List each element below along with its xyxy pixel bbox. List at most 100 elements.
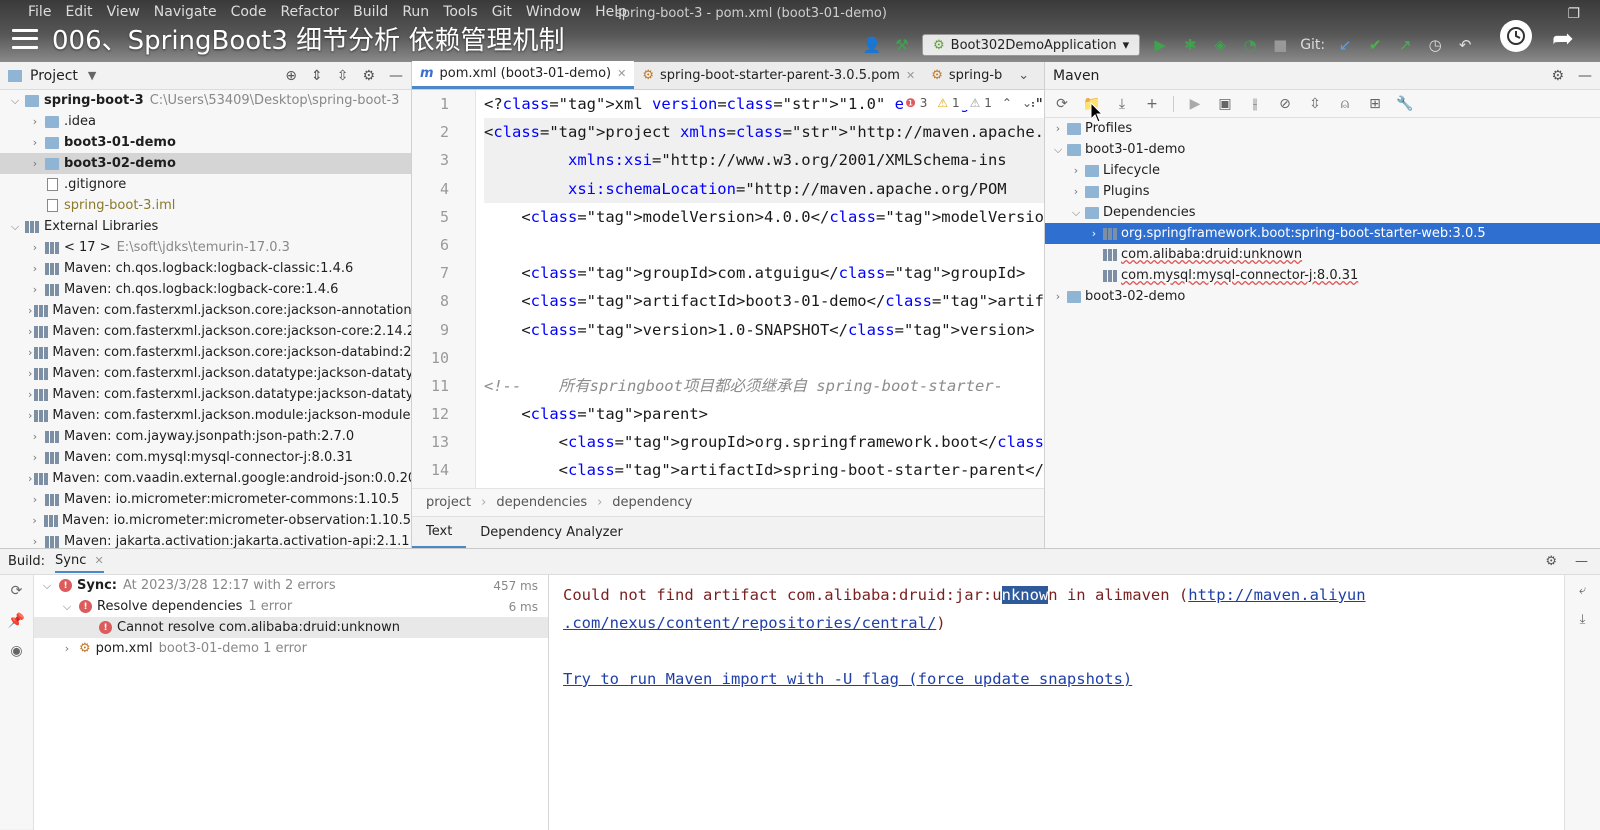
chevron-icon[interactable]: ⌵	[8, 220, 22, 234]
tree-item[interactable]: › Maven: io.micrometer:micrometer-commons…	[0, 489, 411, 510]
maven-tree-item[interactable]: com.mysql:mysql-connector-j:8.0.31	[1045, 265, 1600, 286]
view-tab[interactable]: Dependency Analyzer	[466, 517, 637, 549]
chevron-icon[interactable]: ›	[28, 241, 42, 254]
user-icon[interactable]: 👤	[862, 35, 882, 55]
chevron-icon[interactable]: ›	[60, 642, 74, 655]
tree-item[interactable]: › Maven: io.micrometer:micrometer-observa…	[0, 510, 411, 531]
hammer-icon[interactable]: ⚒	[892, 35, 912, 55]
run-config-select[interactable]: ⚙ Boot302DemoApplication ▾	[922, 34, 1141, 56]
maven-tree-item[interactable]: ⌵ Dependencies	[1045, 202, 1600, 223]
hide-icon[interactable]: —	[1578, 68, 1592, 84]
force-update-link[interactable]: Try to run Maven import with -U flag (fo…	[563, 670, 1132, 688]
tree-item[interactable]: › Maven: ch.qos.logback:logback-core:1.4.…	[0, 279, 411, 300]
tree-item[interactable]: › < 17 > E:\soft\jdks\temurin-17.0.3	[0, 237, 411, 258]
chevron-icon[interactable]: ›	[28, 283, 42, 296]
locate-icon[interactable]: ⊕	[285, 68, 297, 84]
maven-tree-item[interactable]: com.alibaba:druid:unknown	[1045, 244, 1600, 265]
repository-link-cont[interactable]: .com/nexus/content/repositories/central/	[563, 614, 936, 632]
chevron-icon[interactable]: ›	[28, 514, 41, 527]
code-editor[interactable]: 1 2 3 4 5 6 7 8 9 10 11 12 13 14 <?class="tag">xml ve…	[412, 90, 1044, 488]
chevron-icon[interactable]: ⌵	[8, 94, 22, 108]
run-icon[interactable]: ▶	[1186, 95, 1204, 113]
gear-icon[interactable]: ⚙	[362, 68, 375, 84]
download-icon[interactable]: ⤓	[1113, 95, 1131, 113]
menu-git[interactable]: Git	[492, 4, 512, 20]
scroll-to-end-icon[interactable]: ⤓	[1580, 612, 1586, 627]
tree-item[interactable]: › boot3-01-demo	[0, 132, 411, 153]
build-output[interactable]: Could not find artifact com.alibaba:drui…	[549, 575, 1564, 830]
build-tree-item[interactable]: ! Cannot resolve com.alibaba:druid:unknow…	[34, 617, 548, 638]
chevron-icon[interactable]: ›	[1069, 185, 1083, 198]
chevron-icon[interactable]: ›	[28, 325, 32, 338]
execute-goal-icon[interactable]: ▣	[1216, 95, 1234, 113]
run-icon[interactable]: ▶	[1150, 35, 1170, 55]
plus-icon[interactable]: +	[1143, 95, 1161, 113]
chevron-icon[interactable]: ⌵	[40, 579, 54, 593]
skip-tests-icon[interactable]: ⊘	[1276, 95, 1294, 113]
watch-later-icon[interactable]	[1500, 20, 1532, 52]
hide-icon[interactable]: —	[389, 68, 403, 84]
history-icon[interactable]: ◷	[1425, 35, 1445, 55]
diagram-icon[interactable]: ⊞	[1366, 95, 1384, 113]
build-tree-item[interactable]: ⌵! Sync: At 2023/3/28 12:17 with 2 errors 4…	[34, 575, 548, 596]
repository-link[interactable]: http://maven.aliyun	[1188, 586, 1365, 604]
breadcrumb-item[interactable]: dependency	[612, 495, 692, 510]
chevron-icon[interactable]: ›	[28, 367, 32, 380]
share-icon[interactable]: ➦	[1552, 24, 1588, 54]
menu-icon[interactable]	[12, 28, 38, 49]
debug-icon[interactable]: ✱	[1180, 35, 1200, 55]
tree-item[interactable]: › Maven: com.jayway.jsonpath:json-path:2.…	[0, 426, 411, 447]
rollback-icon[interactable]: ↶	[1455, 35, 1475, 55]
tree-item[interactable]: › Maven: com.vaadin.external.google:andro…	[0, 468, 411, 489]
show-dependencies-icon[interactable]: ⍝	[1336, 95, 1354, 113]
menu-refactor[interactable]: Refactor	[280, 4, 339, 20]
reload-icon[interactable]: ⟳	[1053, 95, 1071, 113]
chevron-icon[interactable]: ›	[28, 304, 32, 317]
reload-icon[interactable]: ⟳	[11, 583, 23, 599]
chevron-icon[interactable]: ›	[28, 535, 42, 548]
tree-item[interactable]: › Maven: ch.qos.logback:logback-classic:1…	[0, 258, 411, 279]
maven-tree-item[interactable]: ⌵ boot3-01-demo	[1045, 139, 1600, 160]
menu-run[interactable]: Run	[402, 4, 429, 20]
restore-icon[interactable]: ❐	[1567, 6, 1580, 22]
menu-build[interactable]: Build	[353, 4, 388, 20]
tree-item[interactable]: › Maven: com.fasterxml.jackson.core:jacks…	[0, 321, 411, 342]
pin-icon[interactable]: 📌	[8, 613, 25, 629]
inspection-status[interactable]: ❶ 3 ⚠ 1 ⚠ 1 ⌃ ⌄	[905, 96, 1032, 110]
chevron-icon[interactable]: ›	[28, 472, 32, 485]
chevron-icon[interactable]: ›	[28, 115, 42, 128]
tab-sync[interactable]: Sync ✕	[55, 550, 104, 573]
tree-item[interactable]: › Maven: com.mysql:mysql-connector-j:8.0.…	[0, 447, 411, 468]
chevron-icon[interactable]: ⌵	[60, 600, 74, 614]
menu-code[interactable]: Code	[231, 4, 267, 20]
gear-icon[interactable]: ⚙	[1545, 554, 1557, 569]
tree-item[interactable]: › Maven: com.fasterxml.jackson.core:jacks…	[0, 300, 411, 321]
maven-tree-item[interactable]: › Lifecycle	[1045, 160, 1600, 181]
tree-item[interactable]: .gitignore	[0, 174, 411, 195]
chevron-up-icon[interactable]: ⌃	[1002, 96, 1012, 110]
maven-tree-item[interactable]: › Profiles	[1045, 118, 1600, 139]
build-tree-item[interactable]: ⌵! Resolve dependencies 1 error 6 ms	[34, 596, 548, 617]
tree-item[interactable]: › .idea	[0, 111, 411, 132]
breadcrumb-item[interactable]: project	[426, 495, 471, 510]
coverage-icon[interactable]: ◈	[1210, 35, 1230, 55]
chevron-down-icon[interactable]: ⌄	[1018, 68, 1029, 83]
menu-file[interactable]: File	[28, 4, 51, 20]
menu-tools[interactable]: Tools	[443, 4, 478, 20]
chevron-icon[interactable]: ›	[1069, 164, 1083, 177]
soft-wrap-icon[interactable]: ⤶	[1579, 583, 1586, 598]
tree-item[interactable]: › Maven: com.fasterxml.jackson.module:jac…	[0, 405, 411, 426]
toggle-offline-icon[interactable]: ⫲	[1246, 95, 1264, 113]
chevron-down-icon[interactable]: ▼	[88, 69, 96, 82]
chevron-icon[interactable]: ›	[28, 262, 42, 275]
chevron-icon[interactable]: ›	[28, 346, 32, 359]
eye-icon[interactable]: ◉	[10, 643, 22, 659]
git-push-icon[interactable]: ↗	[1395, 35, 1415, 55]
editor-tab[interactable]: m pom.xml (boot3-01-demo) ✕	[412, 61, 635, 89]
tree-item[interactable]: › Maven: com.fasterxml.jackson.core:jacks…	[0, 342, 411, 363]
menu-window[interactable]: Window	[526, 4, 581, 20]
profile-icon[interactable]: ◔	[1240, 35, 1260, 55]
code-area[interactable]: <?class="tag">xml version=class="str">"1…	[484, 90, 1044, 485]
close-icon[interactable]: ✕	[906, 69, 915, 82]
chevron-icon[interactable]: ⌵	[1051, 143, 1065, 157]
